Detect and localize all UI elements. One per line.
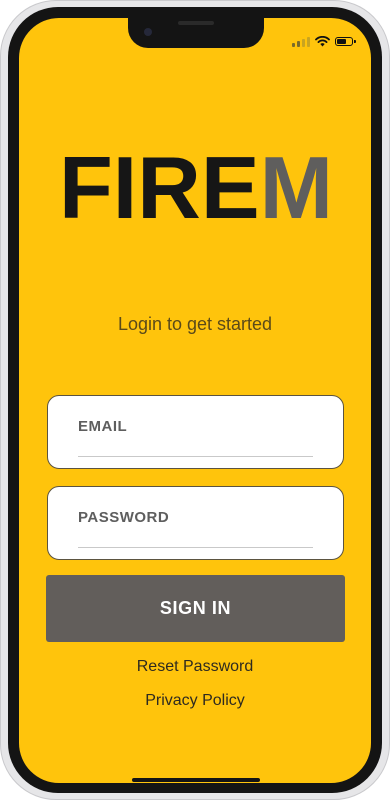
speaker-grille xyxy=(178,21,214,25)
sign-in-button[interactable]: SIGN IN xyxy=(46,575,345,642)
email-input[interactable] xyxy=(78,418,314,435)
email-underline xyxy=(78,456,313,457)
firem-logo: FIREM xyxy=(59,146,333,224)
status-bar xyxy=(292,36,356,47)
battery-fill xyxy=(337,39,347,44)
password-underline xyxy=(78,547,313,548)
battery-icon xyxy=(335,37,356,46)
home-indicator xyxy=(132,778,260,782)
wifi-icon xyxy=(315,36,330,47)
privacy-policy-link[interactable]: Privacy Policy xyxy=(19,692,371,710)
password-field-box[interactable] xyxy=(47,486,344,560)
notch xyxy=(128,18,264,48)
email-field-box[interactable] xyxy=(47,395,344,469)
reset-password-link[interactable]: Reset Password xyxy=(19,658,371,676)
login-tagline: Login to get started xyxy=(117,314,273,334)
app-screen: FIREM Login to get started SIGN IN Reset… xyxy=(19,18,371,783)
svg-text:FIREM: FIREM xyxy=(59,146,333,224)
password-input[interactable] xyxy=(78,509,314,526)
cellular-signal-icon xyxy=(292,36,310,47)
front-camera-icon xyxy=(144,28,152,36)
